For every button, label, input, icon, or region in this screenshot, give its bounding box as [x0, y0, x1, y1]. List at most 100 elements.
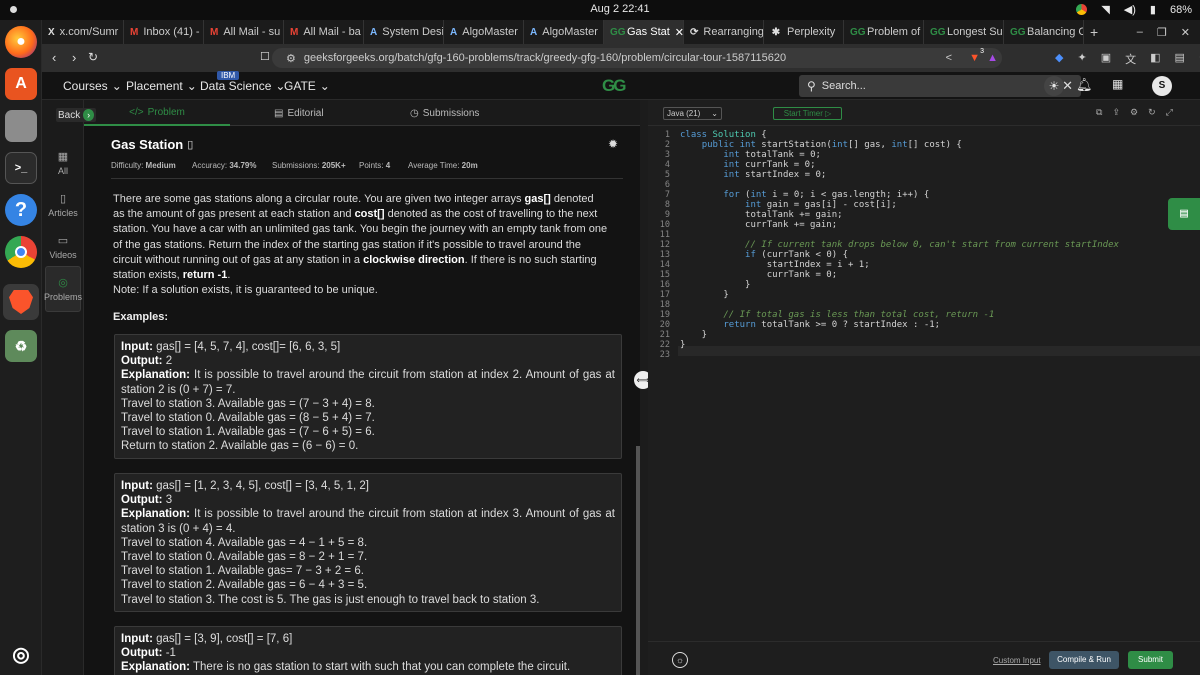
- rail-item-all[interactable]: ▦ All: [45, 140, 81, 186]
- calendar-icon[interactable]: ▦: [1112, 77, 1123, 91]
- browser-tab[interactable]: ⟳ Rearranging: [684, 20, 764, 44]
- code-line[interactable]: startIndex = i + 1;: [680, 260, 870, 270]
- code-line[interactable]: public int startStation(int[] gas, int[]…: [680, 140, 962, 150]
- chrome-icon[interactable]: [5, 236, 37, 268]
- code-line[interactable]: currTank = 0;: [680, 270, 837, 280]
- brave-shield-icon[interactable]: ▼: [969, 52, 980, 64]
- firefox-icon[interactable]: ●: [5, 26, 37, 58]
- chat-icon[interactable]: ▤: [1168, 198, 1200, 230]
- rewards-icon[interactable]: ▲: [987, 52, 998, 64]
- code-line[interactable]: }: [680, 290, 728, 300]
- battery-icon[interactable]: ▮: [1150, 3, 1156, 16]
- code-line[interactable]: }: [680, 280, 750, 290]
- url-field[interactable]: ⚙ geeksforgeeks.org/batch/gfg-160-proble…: [272, 48, 1002, 68]
- forward-arrow-icon[interactable]: ›: [72, 50, 76, 65]
- chrome-indicator-icon[interactable]: [1076, 4, 1088, 15]
- extensions-icon[interactable]: ✦: [1077, 51, 1086, 67]
- new-tab-icon[interactable]: +: [1090, 24, 1098, 40]
- tips-bulb-icon[interactable]: ☼: [672, 652, 688, 668]
- browser-tab[interactable]: A AlgoMaster: [524, 20, 604, 44]
- code-line[interactable]: int totalTank = 0;: [680, 150, 821, 160]
- vpn-icon[interactable]: ◆: [1055, 51, 1063, 67]
- nav-data-science[interactable]: Data Science ⌄: [200, 79, 285, 93]
- tab-submissions[interactable]: ◷ Submissions: [410, 100, 479, 126]
- code-line[interactable]: for (int i = 0; i < gas.length; i++) {: [680, 190, 929, 200]
- browser-tab[interactable]: GG Balancing C: [1004, 20, 1084, 44]
- rail-item-problems[interactable]: ◎ Problems: [44, 266, 82, 312]
- code-line[interactable]: return totalTank >= 0 ? startIndex : -1;: [680, 320, 940, 330]
- theme-toggle-icon[interactable]: ☀: [1044, 76, 1064, 96]
- tab-problem[interactable]: </> Problem: [84, 100, 230, 126]
- copy-icon[interactable]: ⧉: [1096, 107, 1102, 118]
- system-clock[interactable]: Aug 2 22:41: [560, 3, 680, 15]
- minimize-icon[interactable]: –: [1137, 26, 1143, 39]
- share-icon[interactable]: <: [946, 52, 952, 64]
- gfg-logo[interactable]: GG: [602, 76, 626, 96]
- custom-input-link[interactable]: Custom Input: [993, 656, 1041, 665]
- upload-icon[interactable]: ⇪: [1112, 107, 1120, 118]
- code-line[interactable]: int gain = gas[i] - cost[i];: [680, 200, 897, 210]
- media-icon[interactable]: ▣: [1101, 51, 1111, 67]
- ubuntu-icon[interactable]: ◎: [5, 638, 37, 670]
- activities-dot-icon[interactable]: [10, 6, 17, 13]
- settings-icon[interactable]: ⚙: [1130, 107, 1138, 118]
- back-arrow-icon[interactable]: ‹: [52, 50, 56, 65]
- code-editor[interactable]: ▤ class Solution { public int startStati…: [678, 126, 1200, 641]
- code-line[interactable]: }: [680, 330, 707, 340]
- browser-tab[interactable]: M All Mail - su: [204, 20, 284, 44]
- rail-item-articles[interactable]: ▯ Articles: [45, 182, 81, 228]
- nav-gate[interactable]: GATE ⌄: [284, 79, 330, 93]
- browser-tab[interactable]: A System Desi: [364, 20, 444, 44]
- code-line[interactable]: }: [680, 340, 685, 350]
- browser-tab[interactable]: M All Mail - ba: [284, 20, 364, 44]
- app-center-icon[interactable]: A: [5, 68, 37, 100]
- code-line[interactable]: class Solution {: [680, 130, 767, 140]
- report-bug-icon[interactable]: ✹: [608, 137, 618, 151]
- nav-courses[interactable]: Courses ⌄: [63, 79, 122, 93]
- code-line[interactable]: totalTank += gain;: [680, 210, 843, 220]
- close-tab-icon[interactable]: ✕: [675, 26, 683, 39]
- bookmark-problem-icon[interactable]: ▯: [187, 138, 193, 151]
- browser-tab[interactable]: GG Longest Sul: [924, 20, 1004, 44]
- trash-icon[interactable]: ♻: [5, 330, 37, 362]
- language-select[interactable]: Java (21) ⌄: [663, 107, 722, 120]
- avatar[interactable]: S: [1152, 76, 1172, 96]
- nav-placement[interactable]: Placement ⌄: [126, 79, 197, 93]
- restore-icon[interactable]: ❐: [1157, 26, 1167, 39]
- reload-icon[interactable]: ↻: [88, 50, 98, 64]
- browser-tab[interactable]: M Inbox (41) -: [124, 20, 204, 44]
- code-line[interactable]: // If total gas is less than total cost,…: [680, 310, 994, 320]
- reset-icon[interactable]: ↻: [1148, 107, 1156, 118]
- close-window-icon[interactable]: ✕: [1181, 26, 1190, 39]
- browser-tab[interactable]: GG Gas Stat ✕: [604, 20, 684, 44]
- code-line[interactable]: if (currTank < 0) {: [680, 250, 848, 260]
- browser-tab[interactable]: GG Problem of: [844, 20, 924, 44]
- tab-editorial[interactable]: ▤ Editorial: [274, 100, 324, 126]
- translate-icon[interactable]: 文: [1125, 51, 1136, 67]
- submit-button[interactable]: Submit: [1128, 651, 1173, 669]
- browser-tab[interactable]: A AlgoMaster: [444, 20, 524, 44]
- code-line[interactable]: int currTank = 0;: [680, 160, 815, 170]
- terminal-icon[interactable]: >_: [5, 152, 37, 184]
- fullscreen-icon[interactable]: ⤢: [1166, 107, 1173, 118]
- code-line[interactable]: currTank += gain;: [680, 220, 837, 230]
- rail-item-videos[interactable]: ▭ Videos: [45, 224, 81, 270]
- files-icon[interactable]: [5, 110, 37, 142]
- sidebar-icon[interactable]: ◧: [1150, 51, 1160, 67]
- back-button[interactable]: Back ›: [56, 108, 96, 122]
- site-info-icon[interactable]: ⚙: [286, 52, 296, 65]
- panel-splitter[interactable]: ⟺: [634, 100, 652, 675]
- start-timer-button[interactable]: Start Timer ▷: [773, 107, 842, 120]
- notification-bell-icon[interactable]: 🔔︎: [1076, 77, 1093, 93]
- browser-tab[interactable]: Xx.com/Sumr: [42, 20, 124, 44]
- brave-icon[interactable]: [3, 284, 39, 320]
- code-line[interactable]: int startIndex = 0;: [680, 170, 826, 180]
- wallet-icon[interactable]: ▤: [1175, 51, 1185, 67]
- bookmark-icon[interactable]: ☐: [260, 50, 270, 63]
- search-input[interactable]: ⚲ Search... ✕: [799, 75, 1081, 97]
- compile-run-button[interactable]: Compile & Run: [1049, 651, 1119, 669]
- browser-tab[interactable]: ✱ Perplexity: [764, 20, 844, 44]
- help-icon[interactable]: ?: [5, 194, 37, 226]
- code-line[interactable]: // If current tank drops below 0, can't …: [680, 240, 1119, 250]
- volume-icon[interactable]: ◀): [1124, 3, 1136, 16]
